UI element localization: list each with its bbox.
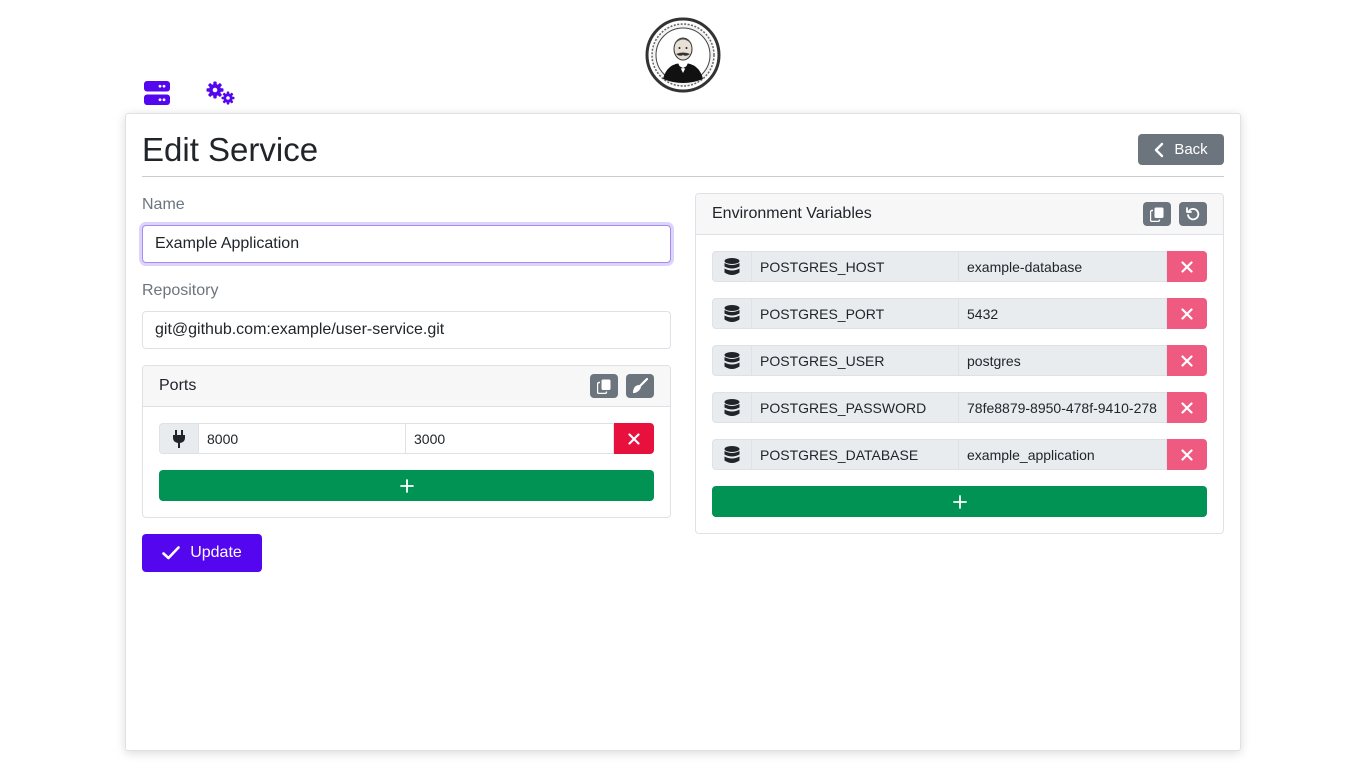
plus-icon [399, 478, 414, 493]
env-row: POSTGRES_PASSWORD 78fe8879-8950-478f-941… [712, 392, 1207, 423]
port-host-input[interactable]: 8000 [198, 423, 406, 454]
plus-icon [952, 494, 967, 509]
ports-title: Ports [159, 377, 197, 394]
env-key-input[interactable]: POSTGRES_PORT [751, 298, 959, 329]
remove-env-button[interactable] [1167, 298, 1207, 329]
database-icon [712, 251, 751, 282]
env-key-input[interactable]: POSTGRES_HOST [751, 251, 959, 282]
env-row: POSTGRES_DATABASE example_application [712, 439, 1207, 470]
undo-icon [1186, 207, 1200, 221]
remove-env-button[interactable] [1167, 251, 1207, 282]
ports-copy-button[interactable] [590, 374, 618, 398]
env-panel-header: Environment Variables [696, 194, 1223, 235]
page-title: Edit Service [142, 131, 319, 168]
copy-icon [597, 379, 611, 394]
database-icon [712, 392, 751, 423]
database-icon [712, 345, 751, 376]
remove-port-button[interactable] [614, 423, 654, 454]
title-divider [142, 176, 1224, 177]
plug-icon [159, 423, 198, 454]
close-icon [1181, 354, 1193, 367]
app-logo [645, 17, 721, 93]
remove-env-button[interactable] [1167, 439, 1207, 470]
env-row: POSTGRES_USER postgres [712, 345, 1207, 376]
database-icon [712, 298, 751, 329]
add-port-button[interactable] [159, 470, 654, 501]
database-icon [712, 439, 751, 470]
env-value-input[interactable]: 5432 [959, 298, 1167, 329]
port-row: 8000 3000 [159, 423, 654, 454]
close-icon [1181, 260, 1193, 273]
check-icon [162, 546, 181, 560]
back-button[interactable]: Back [1138, 134, 1224, 165]
env-value-input[interactable]: example-database [959, 251, 1167, 282]
env-key-input[interactable]: POSTGRES_USER [751, 345, 959, 376]
env-value-input[interactable]: postgres [959, 345, 1167, 376]
env-row: POSTGRES_PORT 5432 [712, 298, 1207, 329]
close-icon [1181, 401, 1193, 414]
env-copy-button[interactable] [1143, 202, 1171, 226]
remove-env-button[interactable] [1167, 345, 1207, 376]
env-value-input[interactable]: 78fe8879-8950-478f-9410-278 [959, 392, 1167, 423]
env-title: Environment Variables [712, 205, 872, 222]
env-key-input[interactable]: POSTGRES_PASSWORD [751, 392, 959, 423]
broom-icon [633, 378, 648, 393]
gears-icon[interactable] [205, 81, 237, 106]
env-key-input[interactable]: POSTGRES_DATABASE [751, 439, 959, 470]
repository-input[interactable]: git@github.com:example/user-service.git [142, 311, 671, 349]
env-row: POSTGRES_HOST example-database [712, 251, 1207, 282]
env-value-input[interactable]: example_application [959, 439, 1167, 470]
env-reset-button[interactable] [1179, 202, 1207, 226]
chevron-left-icon [1155, 142, 1164, 157]
close-icon [1181, 448, 1193, 461]
repository-label: Repository [142, 282, 219, 299]
server-icon[interactable] [144, 81, 170, 105]
ports-clear-button[interactable] [626, 374, 654, 398]
copy-icon [1150, 207, 1164, 222]
update-button[interactable]: Update [142, 534, 262, 572]
update-button-label: Update [190, 544, 242, 561]
port-container-input[interactable]: 3000 [406, 423, 614, 454]
add-env-button[interactable] [712, 486, 1207, 517]
close-icon [628, 432, 640, 445]
close-icon [1181, 307, 1193, 320]
ports-panel-header: Ports [143, 366, 670, 407]
back-button-label: Back [1174, 141, 1208, 158]
name-label: Name [142, 196, 185, 213]
remove-env-button[interactable] [1167, 392, 1207, 423]
name-input[interactable]: Example Application [142, 225, 671, 263]
